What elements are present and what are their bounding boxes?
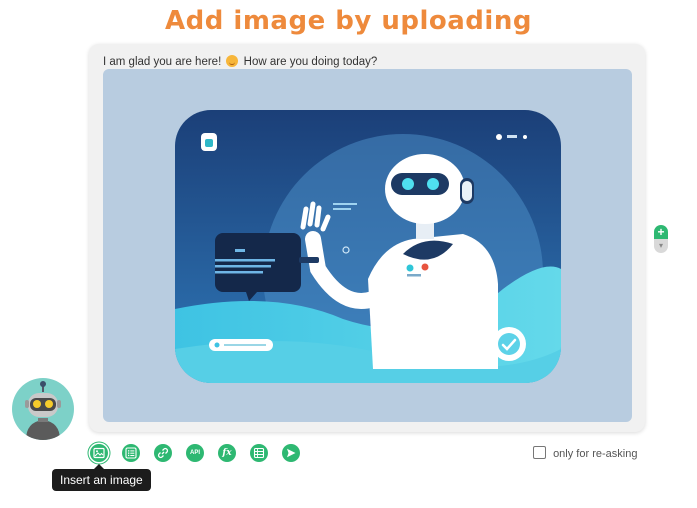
api-button[interactable]: API bbox=[186, 444, 204, 462]
chat-message-text: I am glad you are here! How are you doin… bbox=[103, 55, 377, 68]
image-icon bbox=[93, 447, 105, 459]
robot-avatar-icon bbox=[25, 381, 61, 440]
send-button[interactable] bbox=[282, 444, 300, 462]
table-icon bbox=[253, 447, 265, 459]
robot-illustration bbox=[175, 110, 561, 383]
function-button[interactable]: fx bbox=[218, 444, 236, 462]
message-text-part1: I am glad you are here! bbox=[103, 56, 222, 68]
send-icon bbox=[287, 448, 296, 458]
page-title: Add image by uploading bbox=[165, 6, 532, 36]
message-text-part2: How are you doing today? bbox=[243, 56, 378, 68]
smiling-face-emoji-icon bbox=[226, 55, 239, 67]
reask-checkbox[interactable] bbox=[533, 446, 546, 459]
link-icon bbox=[158, 448, 168, 458]
chat-message-card: I am glad you are here! How are you doin… bbox=[89, 44, 645, 432]
list-button[interactable] bbox=[122, 444, 140, 462]
insert-image-tooltip: Insert an image bbox=[52, 464, 151, 491]
scroll-up-button[interactable]: + bbox=[654, 225, 668, 239]
robot-avatar bbox=[12, 378, 74, 440]
reask-option[interactable]: only for re-asking bbox=[533, 446, 637, 460]
scroll-control: + ▾ bbox=[654, 225, 668, 255]
list-icon bbox=[125, 447, 137, 459]
table-button[interactable] bbox=[250, 444, 268, 462]
link-button[interactable] bbox=[154, 444, 172, 462]
reask-label: only for re-asking bbox=[553, 448, 638, 460]
insert-image-button[interactable] bbox=[90, 444, 108, 462]
uploaded-image[interactable] bbox=[103, 69, 632, 422]
scroll-down-button[interactable]: ▾ bbox=[654, 239, 668, 253]
